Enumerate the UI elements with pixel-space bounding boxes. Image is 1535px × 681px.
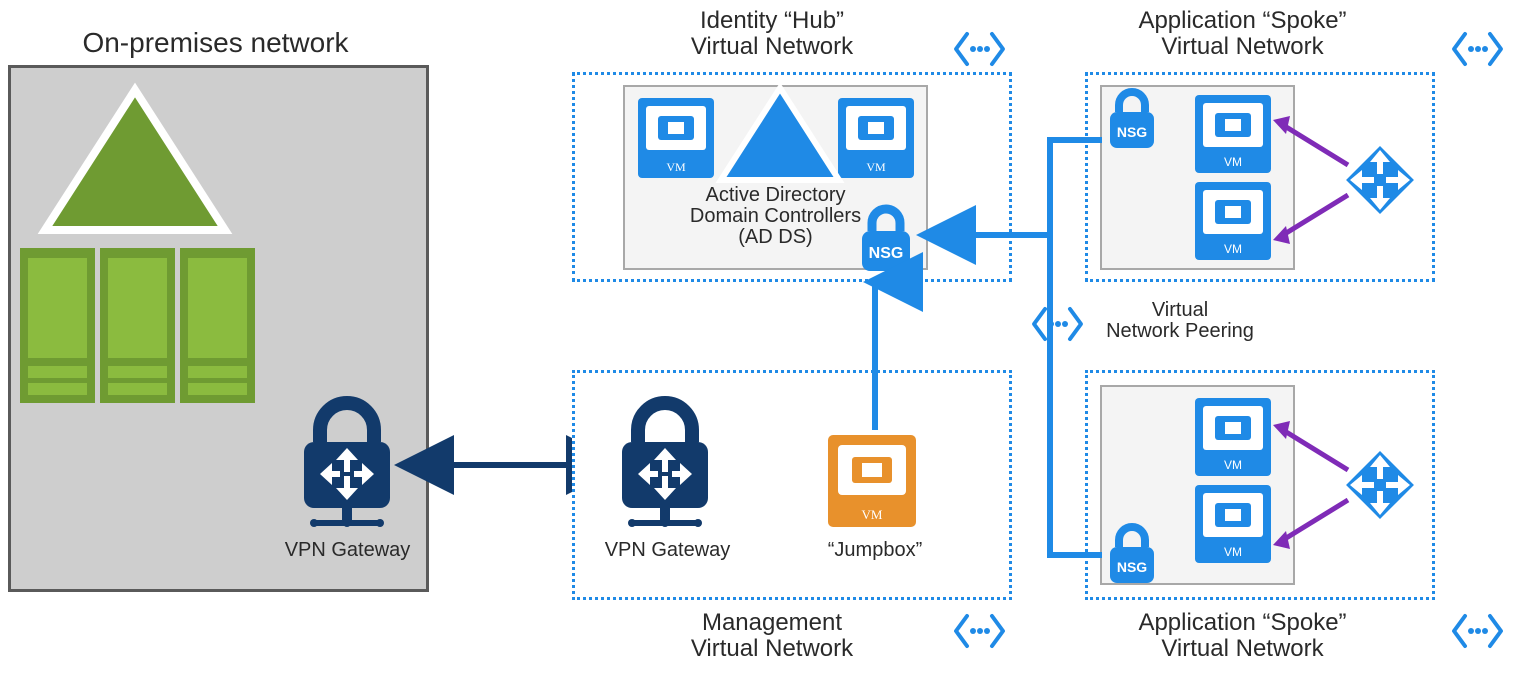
vm-icon: VM [1195,95,1271,173]
lb-arrow [1268,495,1363,555]
svg-text:VM: VM [1224,458,1242,472]
vm-icon: VM [1195,182,1271,260]
connector-mgmt-hub [855,270,895,440]
ad-forest-icon [715,82,845,187]
vm-icon: VM [1195,398,1271,476]
forest-icon [35,80,235,240]
svg-text:VM: VM [1224,155,1242,169]
svg-text:VM: VM [666,160,686,174]
lb-arrow [1268,415,1363,475]
onprem-vpn-label: VPN Gateway [260,540,435,561]
peering-icon [952,30,1007,68]
spoke1-title: Application “Spoke” Virtual Network [1055,8,1430,61]
server-rack-icon [180,248,255,403]
nsg-icon: NSG [858,205,914,275]
hub-title-l2: Virtual Network [691,33,853,60]
svg-text:NSG: NSG [1117,559,1147,575]
lb-arrow [1268,110,1363,170]
svg-text:VM: VM [1224,242,1242,256]
peering-icon [952,612,1007,650]
server-rack-icon [20,248,95,403]
mgmt-vpn-label: VPN Gateway [580,540,755,561]
jumpbox-vm-icon: VM [828,435,916,527]
svg-text:NSG: NSG [1117,124,1147,140]
svg-text:VM: VM [862,507,883,522]
mgmt-title: Management Virtual Network [572,610,972,663]
svg-text:VM: VM [866,160,886,174]
nsg-icon: NSG [1107,525,1157,587]
peering-icon [1450,612,1505,650]
spoke2-title: Application “Spoke” Virtual Network [1055,610,1430,663]
hub-title: Identity “Hub” Virtual Network [572,8,972,61]
nsg-icon: NSG [1107,90,1157,152]
lb-arrow [1268,190,1363,250]
peering-icon [1450,30,1505,68]
onprem-title: On-premises network [8,28,423,59]
vm-icon: VM [838,98,914,178]
vpn-gateway-icon [300,400,395,530]
peering-label: Virtual Network Peering [1080,300,1280,342]
svg-text:VM: VM [1224,545,1242,559]
hub-title-l1: Identity “Hub” [700,7,844,34]
vpn-gateway-icon [618,400,713,530]
vm-icon: VM [638,98,714,178]
peering-icon [1030,305,1085,343]
svg-text:NSG: NSG [869,245,904,262]
vm-icon: VM [1195,485,1271,563]
server-rack-icon [100,248,175,403]
